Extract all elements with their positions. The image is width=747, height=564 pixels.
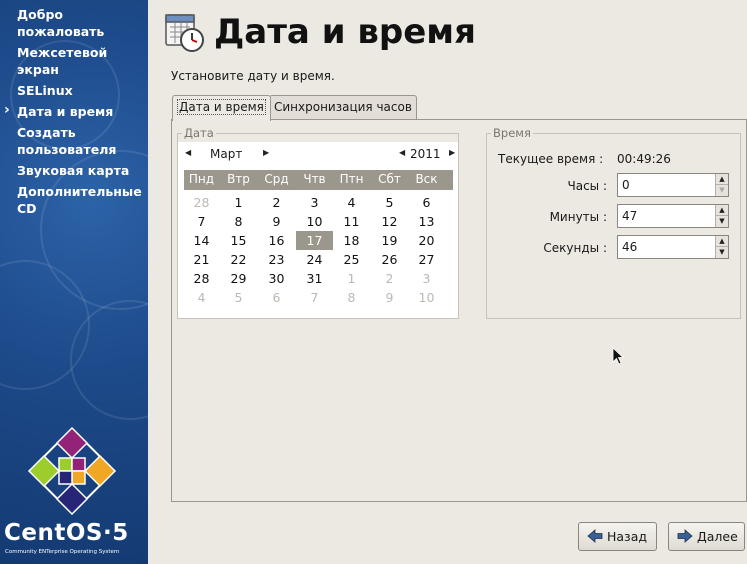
weekday-label: Срд — [264, 172, 289, 186]
calendar-day[interactable]: 27 — [408, 250, 445, 269]
prev-month-arrow-icon[interactable]: ◀ — [185, 148, 191, 157]
sidebar-item-date-time: Дата и время — [0, 102, 148, 120]
current-time-value: 00:49:26 — [617, 152, 671, 166]
sidebar: Добро пожаловать Межсетевой экран SELinu… — [0, 0, 148, 564]
calendar-day[interactable]: 16 — [258, 231, 295, 250]
seconds-spinbox[interactable]: 46 ▲ ▼ — [617, 235, 729, 259]
calendar-day[interactable]: 6 — [258, 288, 295, 307]
calendar-day[interactable]: 8 — [333, 288, 370, 307]
calendar-day[interactable]: 25 — [333, 250, 370, 269]
calendar-weekday-header: Пнд Втр Срд Чтв Птн Сбт Вск — [184, 170, 453, 190]
calendar-day[interactable]: 6 — [408, 193, 445, 212]
sidebar-item-create-user: Создать пользователя — [17, 125, 117, 157]
calendar-day[interactable]: 17 — [296, 231, 333, 250]
weekday-label: Вск — [415, 172, 438, 186]
calendar-day[interactable]: 26 — [371, 250, 408, 269]
arrow-right-icon — [677, 529, 693, 543]
weekday-label: Птн — [339, 172, 364, 186]
calendar-day[interactable]: 13 — [408, 212, 445, 231]
tab-clock-sync[interactable]: Синхронизация часов — [269, 95, 417, 120]
calendar-day[interactable]: 1 — [220, 193, 257, 212]
brand-name: CentOS·5 — [4, 520, 129, 546]
hours-value: 0 — [622, 178, 630, 192]
calendar-day[interactable]: 24 — [296, 250, 333, 269]
minutes-spinbox[interactable]: 47 ▲ ▼ — [617, 204, 729, 228]
calendar-day[interactable]: 29 — [220, 269, 257, 288]
calendar-day[interactable]: 12 — [371, 212, 408, 231]
weekday-label: Втр — [227, 172, 250, 186]
calendar-day[interactable]: 2 — [258, 193, 295, 212]
minutes-value: 47 — [622, 209, 638, 223]
calendar-day[interactable]: 19 — [371, 231, 408, 250]
calendar-day[interactable]: 30 — [258, 269, 295, 288]
calendar-day[interactable]: 3 — [296, 193, 333, 212]
next-month-arrow-icon[interactable]: ▶ — [263, 148, 269, 157]
calendar-day[interactable]: 10 — [408, 288, 445, 307]
calendar-day[interactable]: 28 — [183, 269, 220, 288]
brand-tagline: Community ENTerprise Operating System — [5, 549, 120, 555]
calendar-day[interactable]: 15 — [220, 231, 257, 250]
seconds-down-arrow-icon[interactable]: ▼ — [716, 247, 728, 258]
prev-year-arrow-icon[interactable]: ◀ — [399, 148, 405, 157]
calendar-day[interactable]: 11 — [333, 212, 370, 231]
calendar-day[interactable]: 7 — [296, 288, 333, 307]
calendar-day[interactable]: 5 — [220, 288, 257, 307]
calendar-day[interactable]: 4 — [183, 288, 220, 307]
date-group-legend: Дата — [182, 126, 216, 140]
calendar-day[interactable]: 4 — [333, 193, 370, 212]
hours-spinbox[interactable]: 0 ▲ ▼ — [617, 173, 729, 197]
current-time-label: Текущее время : — [498, 152, 604, 166]
centos-logo-icon — [27, 426, 117, 516]
calendar-day[interactable]: 22 — [220, 250, 257, 269]
hours-label: Часы : — [567, 179, 607, 193]
next-button[interactable]: Далее — [668, 522, 745, 551]
sidebar-steps: Добро пожаловать Межсетевой экран SELinu… — [0, 6, 148, 221]
calendar-day[interactable]: 8 — [220, 212, 257, 231]
back-button[interactable]: Назад — [578, 522, 657, 551]
sidebar-item-additional-cd: Дополнительные CD — [17, 184, 142, 216]
instruction-text: Установите дату и время. — [171, 69, 335, 83]
sidebar-item-firewall: Межсетевой экран — [17, 45, 108, 77]
calendar-day[interactable]: 23 — [258, 250, 295, 269]
calendar-year: 2011 — [410, 147, 441, 161]
calendar-month: Март — [210, 147, 243, 161]
calendar-day[interactable]: 7 — [183, 212, 220, 231]
calendar-day[interactable]: 31 — [296, 269, 333, 288]
calendar-day[interactable]: 10 — [296, 212, 333, 231]
calendar-day[interactable]: 3 — [408, 269, 445, 288]
next-year-arrow-icon[interactable]: ▶ — [449, 148, 455, 157]
minutes-label: Минуты : — [549, 210, 607, 224]
hours-down-arrow-icon[interactable]: ▼ — [716, 185, 728, 196]
calendar-day[interactable]: 5 — [371, 193, 408, 212]
seconds-value: 46 — [622, 240, 638, 254]
seconds-up-arrow-icon[interactable]: ▲ — [716, 236, 728, 247]
weekday-label: Чтв — [303, 172, 326, 186]
calendar[interactable]: ◀ Март ▶ ◀ 2011 ▶ Пнд Втр Срд Чтв Птн Сбт Вск … — [178, 142, 458, 318]
mouse-pointer-icon — [612, 347, 624, 365]
calendar-day[interactable]: 2 — [371, 269, 408, 288]
hours-up-arrow-icon[interactable]: ▲ — [716, 174, 728, 185]
calendar-day[interactable]: 9 — [371, 288, 408, 307]
calendar-clock-icon — [165, 14, 204, 52]
calendar-day[interactable]: 18 — [333, 231, 370, 250]
sidebar-item-welcome: Добро пожаловать — [17, 7, 105, 39]
weekday-label: Пнд — [188, 172, 215, 186]
sidebar-item-sound-card: Звуковая карта — [17, 163, 130, 178]
arrow-left-icon — [587, 529, 603, 543]
calendar-day[interactable]: 1 — [333, 269, 370, 288]
minutes-up-arrow-icon[interactable]: ▲ — [716, 205, 728, 216]
calendar-day[interactable]: 9 — [258, 212, 295, 231]
page-title: Дата и время — [214, 12, 476, 52]
sidebar-item-selinux: SELinux — [17, 83, 73, 98]
calendar-day[interactable]: 28 — [183, 193, 220, 212]
weekday-label: Сбт — [378, 172, 401, 186]
minutes-down-arrow-icon[interactable]: ▼ — [716, 216, 728, 227]
calendar-day[interactable]: 21 — [183, 250, 220, 269]
calendar-day[interactable]: 14 — [183, 231, 220, 250]
seconds-label: Секунды : — [543, 241, 607, 255]
calendar-day[interactable]: 20 — [408, 231, 445, 250]
tab-date-time[interactable]: Дата и время — [172, 95, 271, 121]
time-group-legend: Время — [491, 126, 533, 140]
